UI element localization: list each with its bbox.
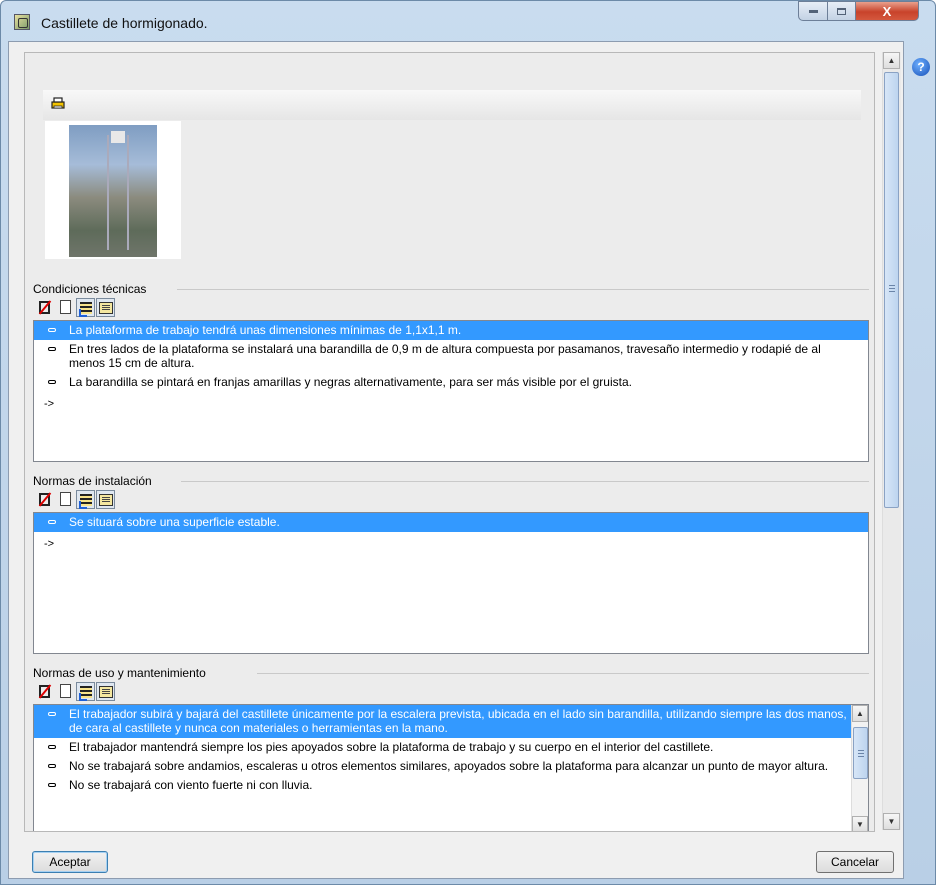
dialog-window: Castillete de hormigonado. X ? Condicion… xyxy=(0,0,936,885)
print-icon[interactable] xyxy=(51,97,65,109)
add-item-marker[interactable]: -> xyxy=(34,392,868,416)
edit-text-icon[interactable] xyxy=(96,490,115,509)
section-title: Normas de uso y mantenimiento xyxy=(33,666,206,680)
product-photo xyxy=(45,121,181,259)
list-item[interactable]: No se trabajará con viento fuerte ni con… xyxy=(34,776,868,795)
maximize-icon xyxy=(837,7,846,15)
edit-text-icon[interactable] xyxy=(96,298,115,317)
section-divider xyxy=(177,289,869,290)
close-icon: X xyxy=(882,3,892,19)
section-title: Condiciones técnicas xyxy=(33,282,147,296)
scroll-up-icon[interactable]: ▲ xyxy=(883,52,900,69)
section-toolbar xyxy=(36,682,115,702)
scroll-thumb[interactable] xyxy=(884,72,899,508)
section-normas-instalacion: Normas de instalación Se situará sobre u… xyxy=(33,474,871,654)
uso-list[interactable]: El trabajador subirá y bajará del castil… xyxy=(33,704,869,831)
section-toolbar xyxy=(36,298,115,318)
castillete-image xyxy=(69,125,157,257)
section-divider xyxy=(257,673,869,674)
delete-icon[interactable] xyxy=(36,490,55,509)
scroll-down-icon[interactable]: ▼ xyxy=(852,816,868,831)
list-item[interactable]: No se trabajará sobre andamios, escalera… xyxy=(34,757,868,776)
minimize-icon xyxy=(808,9,818,13)
insert-list-icon[interactable] xyxy=(76,490,95,509)
app-icon xyxy=(14,14,30,30)
bullet-icon xyxy=(48,380,56,384)
list-item[interactable]: En tres lados de la plataforma se instal… xyxy=(34,340,868,373)
edit-text-icon[interactable] xyxy=(96,682,115,701)
content-panel: Condiciones técnicas La plataforma de tr… xyxy=(24,52,875,832)
minimize-button[interactable] xyxy=(798,1,828,21)
new-document-icon[interactable] xyxy=(56,682,75,701)
scroll-thumb[interactable] xyxy=(853,727,868,779)
section-title: Normas de instalación xyxy=(33,474,152,488)
scroll-down-icon[interactable]: ▼ xyxy=(883,813,900,830)
list-item[interactable]: La barandilla se pintará en franjas amar… xyxy=(34,373,868,392)
section-divider xyxy=(181,481,869,482)
list-item[interactable]: El trabajador mantendrá siempre los pies… xyxy=(34,738,868,757)
bullet-icon xyxy=(48,712,56,716)
add-item-marker[interactable]: -> xyxy=(34,532,868,556)
list-item[interactable]: Se situará sobre una superficie estable. xyxy=(34,513,868,532)
cancel-button[interactable]: Cancelar xyxy=(816,851,894,873)
window-title: Castillete de hormigonado. xyxy=(41,15,208,31)
bullet-icon xyxy=(48,745,56,749)
list-scrollbar[interactable]: ▲ ▼ xyxy=(851,705,868,831)
list-item[interactable]: La plataforma de trabajo tendrá unas dim… xyxy=(34,321,868,340)
new-document-icon[interactable] xyxy=(56,490,75,509)
condiciones-list[interactable]: La plataforma de trabajo tendrá unas dim… xyxy=(33,320,869,462)
section-normas-uso: Normas de uso y mantenimiento El trabaja… xyxy=(33,666,871,831)
bullet-icon xyxy=(48,328,56,332)
bullet-icon xyxy=(48,764,56,768)
insert-list-icon[interactable] xyxy=(76,682,95,701)
instalacion-list[interactable]: Se situará sobre una superficie estable.… xyxy=(33,512,869,654)
section-condiciones-tecnicas: Condiciones técnicas La plataforma de tr… xyxy=(33,282,871,462)
close-button[interactable]: X xyxy=(855,1,919,21)
title-bar[interactable]: Castillete de hormigonado. X xyxy=(1,1,935,41)
dialog-client-area: Condiciones técnicas La plataforma de tr… xyxy=(8,41,904,879)
bullet-icon xyxy=(48,347,56,351)
delete-icon[interactable] xyxy=(36,298,55,317)
section-toolbar xyxy=(36,490,115,510)
list-item[interactable]: El trabajador subirá y bajará del castil… xyxy=(34,705,868,738)
scroll-up-icon[interactable]: ▲ xyxy=(852,705,868,722)
help-icon[interactable]: ? xyxy=(912,58,930,76)
bullet-icon xyxy=(48,783,56,787)
maximize-button[interactable] xyxy=(827,1,856,21)
new-document-icon[interactable] xyxy=(56,298,75,317)
main-scrollbar[interactable]: ▲ ▼ xyxy=(882,52,901,830)
image-toolbar xyxy=(43,90,861,120)
delete-icon[interactable] xyxy=(36,682,55,701)
insert-list-icon[interactable] xyxy=(76,298,95,317)
bullet-icon xyxy=(48,520,56,524)
accept-button[interactable]: Aceptar xyxy=(32,851,108,873)
